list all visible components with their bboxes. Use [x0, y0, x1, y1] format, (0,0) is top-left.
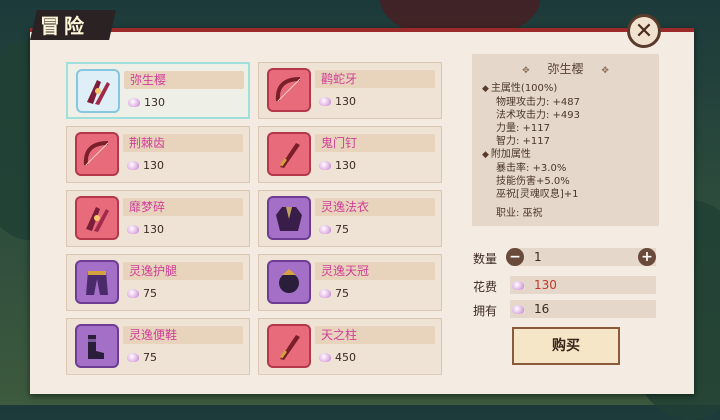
main-attr-header: 主属性(100%)	[490, 83, 558, 94]
shop-item-card[interactable]: 灵逸护腿 75	[66, 254, 250, 311]
diamond-bullet-icon: ◆	[482, 150, 489, 160]
item-name: 灵逸法衣	[315, 198, 435, 216]
gem-icon	[319, 353, 331, 362]
item-list[interactable]: 弥生樱 130 鹳蛇牙 130 荆棘齿 130 鬼门钉 130 靡梦碎 130 灵逸法衣 75 灵逸护腿…	[66, 62, 450, 384]
extra-attr: 暴击率: +3.0%	[496, 163, 567, 174]
list-fade	[66, 372, 450, 386]
item-price: 75	[127, 351, 157, 364]
owned-value: 16	[534, 302, 550, 316]
claws-icon	[76, 69, 120, 113]
gem-icon	[319, 161, 331, 170]
gem-icon	[127, 225, 139, 234]
item-price: 450	[319, 351, 356, 364]
item-price: 130	[319, 95, 356, 108]
ornament-icon: ✥	[522, 66, 530, 76]
gem-icon	[127, 161, 139, 170]
shop-item-card[interactable]: 灵逸天冠 75	[258, 254, 442, 311]
owned-label: 拥有	[473, 304, 498, 318]
item-name: 荆棘齿	[123, 134, 243, 152]
profession: 职业: 巫祝	[496, 208, 543, 219]
cost-field: 130	[510, 276, 656, 294]
gem-icon	[127, 289, 139, 298]
item-name: 灵逸便鞋	[123, 326, 243, 344]
increase-button[interactable]: +	[638, 248, 656, 266]
shop-item-card[interactable]: 靡梦碎 130	[66, 190, 250, 247]
item-price-value: 130	[143, 223, 164, 236]
close-icon: ✕	[634, 18, 654, 44]
extra-attr: 技能伤害+5.0%	[496, 176, 570, 187]
item-price-value: 130	[335, 95, 356, 108]
item-name: 鹳蛇牙	[315, 70, 435, 88]
shop-item-card[interactable]: 天之柱 450	[258, 318, 442, 375]
shop-item-card[interactable]: 灵逸便鞋 75	[66, 318, 250, 375]
shop-item-card[interactable]: 荆棘齿 130	[66, 126, 250, 183]
item-price: 75	[319, 223, 349, 236]
item-price-value: 130	[335, 159, 356, 172]
diamond-bullet-icon: ◆	[482, 84, 489, 94]
extra-attr: 巫祝[灵魂叹息]+1	[496, 189, 579, 200]
crown-icon	[267, 260, 311, 304]
item-price: 75	[127, 287, 157, 300]
item-price: 75	[319, 287, 349, 300]
item-price: 130	[128, 96, 165, 109]
pants-icon	[75, 260, 119, 304]
item-price: 130	[127, 159, 164, 172]
boots-icon	[75, 324, 119, 368]
decrease-button[interactable]: −	[506, 248, 524, 266]
cost-value: 130	[534, 278, 557, 292]
main-attr: 力量: +117	[496, 123, 551, 134]
claws-icon	[75, 196, 119, 240]
quantity-value: 1	[534, 250, 542, 264]
item-name: 天之柱	[315, 326, 435, 344]
item-detail-panel: ✥ 弥生樱 ✥ ◆ 主属性(100%) 物理攻击力: +487 法术攻击力: +4…	[472, 54, 659, 226]
item-price-value: 450	[335, 351, 356, 364]
gem-icon	[128, 98, 140, 107]
main-attr: 法术攻击力: +493	[496, 110, 581, 121]
gem-icon	[127, 353, 139, 362]
gem-icon	[319, 97, 331, 106]
bow-icon	[75, 132, 119, 176]
gem-icon	[512, 305, 524, 314]
item-price-value: 75	[143, 287, 157, 300]
main-attr: 智力: +117	[496, 136, 551, 147]
ornament-icon: ✥	[601, 66, 609, 76]
attributes: ◆ 主属性(100%) 物理攻击力: +487 法术攻击力: +493 力量: +…	[482, 82, 580, 220]
item-price: 130	[127, 223, 164, 236]
item-name: 灵逸天冠	[315, 262, 435, 280]
shop-item-card[interactable]: 灵逸法衣 75	[258, 190, 442, 247]
main-attr: 物理攻击力: +487	[496, 97, 581, 108]
blade-icon	[267, 324, 311, 368]
shop-item-card[interactable]: 弥生樱 130	[66, 62, 250, 119]
page-title: 冒险	[40, 14, 88, 38]
buy-button[interactable]: 购买	[512, 327, 620, 365]
shop-item-card[interactable]: 鹳蛇牙 130	[258, 62, 442, 119]
item-price-value: 130	[143, 159, 164, 172]
detail-title: 弥生樱	[547, 62, 584, 76]
item-name: 靡梦碎	[123, 198, 243, 216]
item-name: 灵逸护腿	[123, 262, 243, 280]
item-name: 鬼门钉	[315, 134, 435, 152]
quantity-label: 数量	[473, 252, 498, 266]
item-price-value: 75	[335, 287, 349, 300]
quantity-stepper: 1	[510, 248, 656, 266]
robe-icon	[267, 196, 311, 240]
item-price-value: 130	[144, 96, 165, 109]
item-price: 130	[319, 159, 356, 172]
gem-icon	[319, 225, 331, 234]
item-price-value: 75	[335, 223, 349, 236]
bow-icon	[267, 68, 311, 112]
cost-label: 花费	[473, 280, 498, 294]
close-button[interactable]: ✕	[627, 14, 661, 48]
item-name: 弥生樱	[124, 71, 244, 89]
shop-item-card[interactable]: 鬼门钉 130	[258, 126, 442, 183]
blade-icon	[267, 132, 311, 176]
gem-icon	[319, 289, 331, 298]
extra-attr-header: 附加属性	[490, 149, 531, 160]
owned-field: 16	[510, 300, 656, 318]
gem-icon	[512, 281, 524, 290]
item-price-value: 75	[143, 351, 157, 364]
